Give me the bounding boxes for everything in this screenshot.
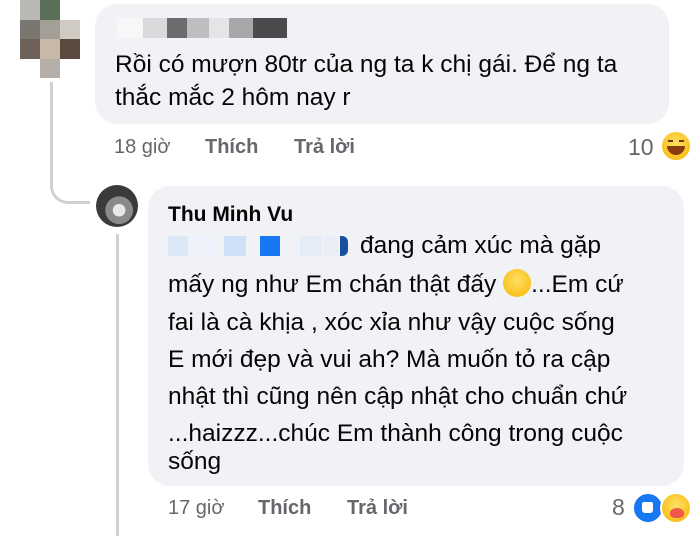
comment-text-line: đang cảm xúc mà gặp [360,232,602,259]
comment-text-line: Rồi có mượn 80tr của ng ta k chị gái. Để… [115,51,618,78]
comment-text-line: fai là cà khịa , xóc xỉa như vậy cuộc số… [168,309,615,336]
thread-line [50,82,53,188]
reaction-count[interactable]: 10 [628,134,654,161]
comment-bubble-1: Rồi có mượn 80tr của ng ta k chị gái. Để… [95,4,669,124]
comment-bubble-2: Thu Minh Vu đang cảm xúc mà gặp mấy ng n… [148,186,684,486]
comment-text-segment: ...Em cứ [531,271,624,298]
comment-text-line: ...haizzz...chúc Em thành công trong cuộ… [168,420,623,447]
reaction-count[interactable]: 8 [612,494,625,521]
avatar-thu-minh-vu[interactable] [96,185,138,227]
comment-text-line: mấy ng như Em chán thật đấy ...Em cứ [168,269,624,301]
comment-author[interactable]: Thu Minh Vu [168,203,293,227]
comment-text-line: thắc mắc 2 hôm nay r [115,84,351,111]
reply-button[interactable]: Trả lời [294,136,355,159]
comment-time[interactable]: 17 giờ [168,497,224,520]
haha-emoji-icon[interactable] [660,130,692,162]
avatar-censored[interactable] [20,0,80,78]
like-button[interactable]: Thích [258,497,311,520]
author-name-redacted[interactable] [117,18,287,40]
sweat-smile-emoji-icon [503,269,532,297]
comment-text-segment: mấy ng như Em chán thật đấy [168,271,497,298]
reply-button[interactable]: Trả lời [347,497,408,520]
comment-text-line: sống [168,448,222,475]
like-button[interactable]: Thích [205,136,258,159]
comment-text-line: nhật thì cũng nên cập nhật cho chuẩn chứ [168,383,628,410]
mention-redacted[interactable] [168,236,354,258]
care-icon[interactable] [660,492,692,524]
comment-text-line: E mới đẹp và vui ah? Mà muốn tỏ ra cập [168,346,611,373]
reply-thread-line [116,234,119,536]
comment-time[interactable]: 18 giờ [114,136,170,159]
thread-curve [50,180,90,204]
